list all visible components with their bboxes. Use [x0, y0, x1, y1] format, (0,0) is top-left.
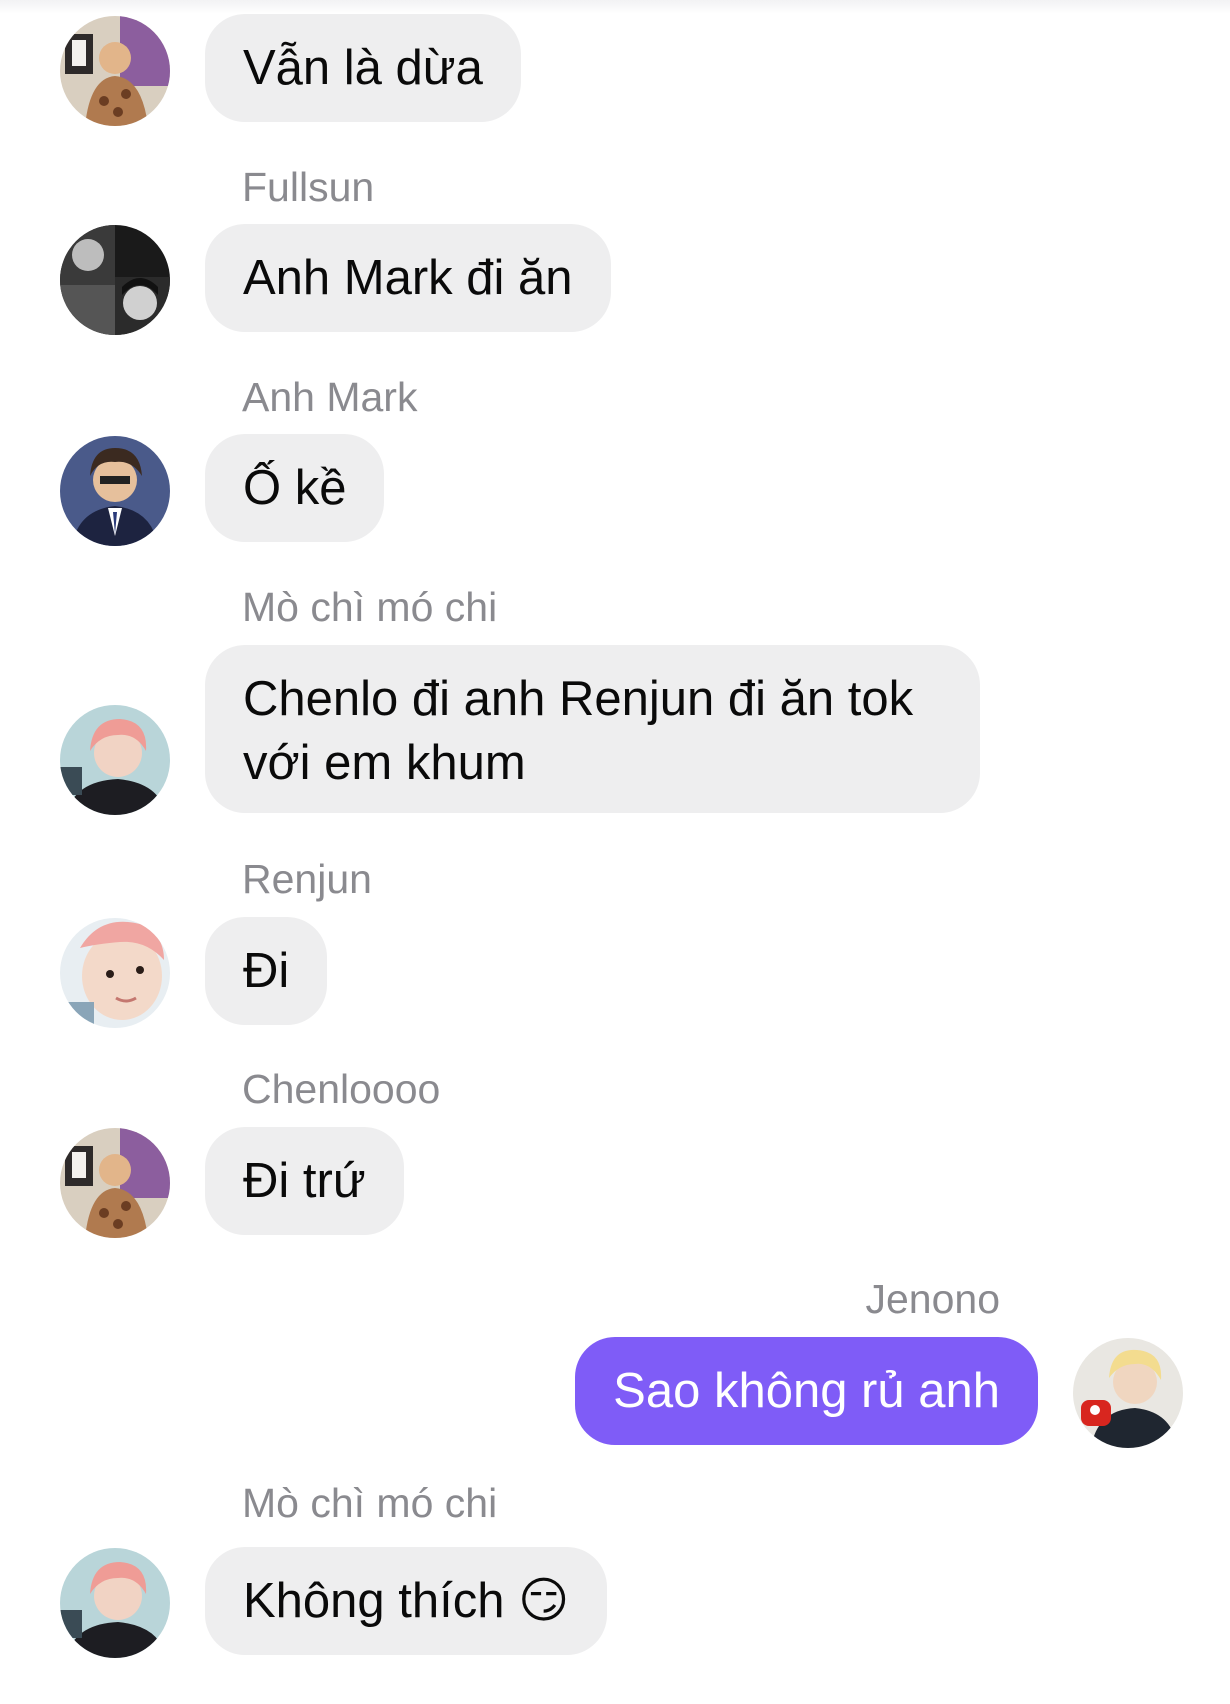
- avatar[interactable]: [60, 705, 170, 815]
- message-bubble[interactable]: Vẫn là dừa: [205, 14, 521, 122]
- avatar-photo-stage: [60, 16, 170, 126]
- sender-name: Chenloooo: [242, 1066, 441, 1112]
- sender-name: Mò chì mó chi: [242, 584, 498, 630]
- message-bubble[interactable]: Ố kề: [205, 434, 385, 542]
- avatar-photo-blond: [1073, 1338, 1183, 1448]
- avatar[interactable]: [60, 918, 170, 1028]
- avatar-photo-bw: [60, 225, 170, 335]
- sender-name: Anh Mark: [242, 374, 418, 420]
- avatar[interactable]: [60, 436, 170, 546]
- sender-name: Renjun: [242, 856, 372, 902]
- avatar[interactable]: [1073, 1338, 1183, 1448]
- avatar[interactable]: [60, 1548, 170, 1658]
- avatar-photo-stage: [60, 1128, 170, 1238]
- message-bubble[interactable]: Anh Mark đi ăn: [205, 224, 611, 332]
- avatar[interactable]: [60, 225, 170, 335]
- avatar-photo-closeup: [60, 918, 170, 1028]
- message-bubble[interactable]: Đi: [205, 917, 328, 1025]
- top-edge-shade: [0, 0, 1230, 14]
- sender-name: Jenono: [865, 1276, 1000, 1322]
- sender-name: Mò chì mó chi: [242, 1480, 498, 1526]
- avatar[interactable]: [60, 1128, 170, 1238]
- message-bubble[interactable]: Không thích 😏: [205, 1547, 608, 1655]
- message-bubble[interactable]: Chenlo đi anh Renjun đi ăn tok với em kh…: [205, 645, 980, 813]
- message-bubble[interactable]: Đi trứ: [205, 1127, 404, 1235]
- avatar-photo-pink-hair: [60, 705, 170, 815]
- message-bubble[interactable]: Sao không rủ anh: [575, 1337, 1038, 1445]
- sender-name: Fullsun: [242, 164, 375, 210]
- avatar[interactable]: [60, 16, 170, 126]
- avatar-photo-pink-hair: [60, 1548, 170, 1658]
- avatar-photo-suit: [60, 436, 170, 546]
